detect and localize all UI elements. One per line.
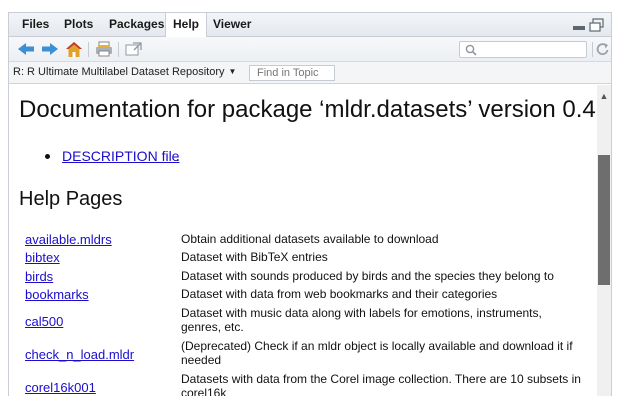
search-icon [465,44,477,56]
minimize-pane-icon[interactable] [572,18,586,32]
help-link-bookmarks[interactable]: bookmarks [25,287,89,302]
help-link-birds[interactable]: birds [25,269,53,284]
toolbar-separator [592,42,593,57]
home-icon[interactable] [65,41,83,58]
topic-label: R: R Ultimate Multilabel Dataset Reposit… [13,66,225,78]
description-file-link[interactable]: DESCRIPTION file [62,148,179,164]
bullet-dot [45,154,50,159]
back-arrow-icon[interactable] [17,41,35,57]
tab-viewer[interactable]: Viewer [206,13,258,37]
help-desc: Dataset with music data along with label… [181,306,542,334]
help-desc: Dataset with data from web bookmarks and… [181,287,498,301]
help-desc: Obtain additional datasets available to … [181,232,439,246]
topic-dropdown[interactable]: R: R Ultimate Multilabel Dataset Reposit… [13,66,236,78]
forward-arrow-icon[interactable] [41,41,59,57]
help-search-input[interactable] [459,41,587,58]
toolbar-separator [88,42,89,57]
print-icon[interactable] [95,41,113,57]
toolbar-separator [118,42,119,57]
help-pane: Files Plots Packages Help Viewer R: R Ul… [8,12,612,396]
help-link-check-n-load-mldr[interactable]: check_n_load.mldr [25,347,134,362]
help-content: Documentation for package ‘mldr.datasets… [9,85,597,396]
help-desc: Dataset with BibTeX entries [181,250,328,264]
tab-plots[interactable]: Plots [57,13,100,37]
scrollbar-thumb[interactable] [598,155,610,285]
new-window-icon[interactable] [125,41,143,57]
help-link-available-mldrs[interactable]: available.mldrs [25,232,112,247]
help-pages-heading: Help Pages [19,188,123,210]
topic-bar: R: R Ultimate Multilabel Dataset Reposit… [9,62,611,84]
page-title: Documentation for package ‘mldr.datasets… [19,96,597,123]
help-desc: Datasets with data from the Corel image … [181,372,581,396]
help-link-bibtex[interactable]: bibtex [25,250,60,265]
tab-packages[interactable]: Packages [102,13,171,37]
help-desc: Dataset with sounds produced by birds an… [181,269,554,283]
tab-files[interactable]: Files [15,13,56,37]
help-link-corel16k001[interactable]: corel16k001 [25,380,96,395]
refresh-icon[interactable] [595,41,611,57]
scroll-up-icon[interactable]: ▲ [597,91,611,101]
maximize-pane-icon[interactable] [589,18,605,32]
help-desc: (Deprecated) Check if an mldr object is … [181,339,573,367]
help-toolbar [9,37,611,62]
find-in-topic-input[interactable] [249,65,335,81]
description-period: . [176,148,180,164]
chevron-down-icon: ▼ [228,67,237,76]
pane-tab-bar: Files Plots Packages Help Viewer [9,13,611,38]
vertical-scrollbar[interactable]: ▲ [597,85,611,396]
help-link-cal500[interactable]: cal500 [25,314,63,329]
tab-help[interactable]: Help [165,13,208,38]
